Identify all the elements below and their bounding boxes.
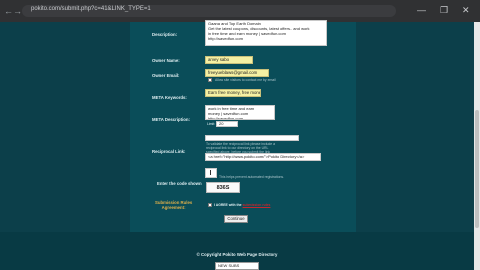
description-textarea[interactable]: Gaana and Top Earth Domain Get the lates… (205, 20, 327, 46)
browser-toolbar: ← → pokito.com/submit.php?c=41&LINK_TYPE… (0, 0, 480, 22)
submit-form-panel: Description: Gaana and Top Earth Domain … (130, 20, 356, 232)
allow-contact-checkbox[interactable] (208, 78, 212, 82)
owner-email-input[interactable]: freeyueblaws@gmail.com (205, 69, 269, 77)
submission-rules-link[interactable]: submission rules (243, 203, 271, 207)
scrollbar-thumb[interactable] (475, 110, 479, 228)
text-cursor (210, 170, 211, 175)
terms-label: Submission Rules Agreement: (155, 200, 193, 210)
continue-button[interactable]: Continue (224, 215, 248, 223)
restore-icon[interactable]: ❐ (440, 4, 448, 16)
address-text[interactable]: pokito.com/submit.php?c=41&LINK_TYPE=1 (31, 6, 151, 12)
owner-email-label: Owner Email: (152, 73, 180, 78)
copyright-text: © Copyright Pokito Web Page Directory (196, 252, 278, 257)
reciprocal-code-textarea[interactable]: <a href="http://www.pokito.com/">Pokito … (205, 153, 321, 161)
meta-keywords-label: META Keywords: (152, 95, 187, 100)
captcha-input[interactable] (205, 168, 217, 178)
owner-name-input[interactable]: arvey sabo (205, 56, 253, 64)
allow-contact-hint: Allow site visitors to contact me by ema… (215, 78, 276, 82)
owner-name-label: Owner Name: (152, 58, 180, 63)
captcha-label: Enter the code shown (157, 181, 202, 186)
minimize-icon[interactable]: — (417, 4, 426, 16)
description-label: Description: (152, 32, 178, 37)
page-scrollbar[interactable] (474, 22, 480, 270)
close-icon[interactable]: ✕ (462, 4, 470, 16)
captcha-hint: This helps prevent automated registratio… (219, 175, 285, 179)
agree-checkbox[interactable] (208, 203, 212, 207)
reciprocal-link-input[interactable] (205, 135, 299, 141)
address-bar[interactable]: pokito.com/submit.php?c=41&LINK_TYPE=1 (22, 5, 396, 17)
captcha-image: 836S (206, 182, 240, 193)
meta-description-label: META Description: (152, 117, 190, 122)
page: Description: Gaana and Top Earth Domain … (0, 20, 474, 270)
limit-input[interactable]: 20 (216, 121, 238, 127)
footer: © Copyright Pokito Web Page Directory NE… (0, 232, 474, 270)
limit-label: Limit: (207, 122, 216, 126)
agree-label: I AGREE with the (214, 203, 242, 207)
reciprocal-link-label: Reciprocal Link: (152, 149, 186, 154)
meta-keywords-input[interactable]: Earn free money, free money (205, 89, 261, 97)
meta-description-textarea[interactable]: work in free time and earn money | saved… (205, 105, 275, 120)
agree-text: I AGREE with the submission rules (214, 203, 270, 207)
footer-select[interactable]: NEW SUBS (215, 262, 259, 270)
back-arrow-icon[interactable]: ← (4, 6, 13, 16)
forward-arrow-icon[interactable]: → (13, 6, 22, 16)
